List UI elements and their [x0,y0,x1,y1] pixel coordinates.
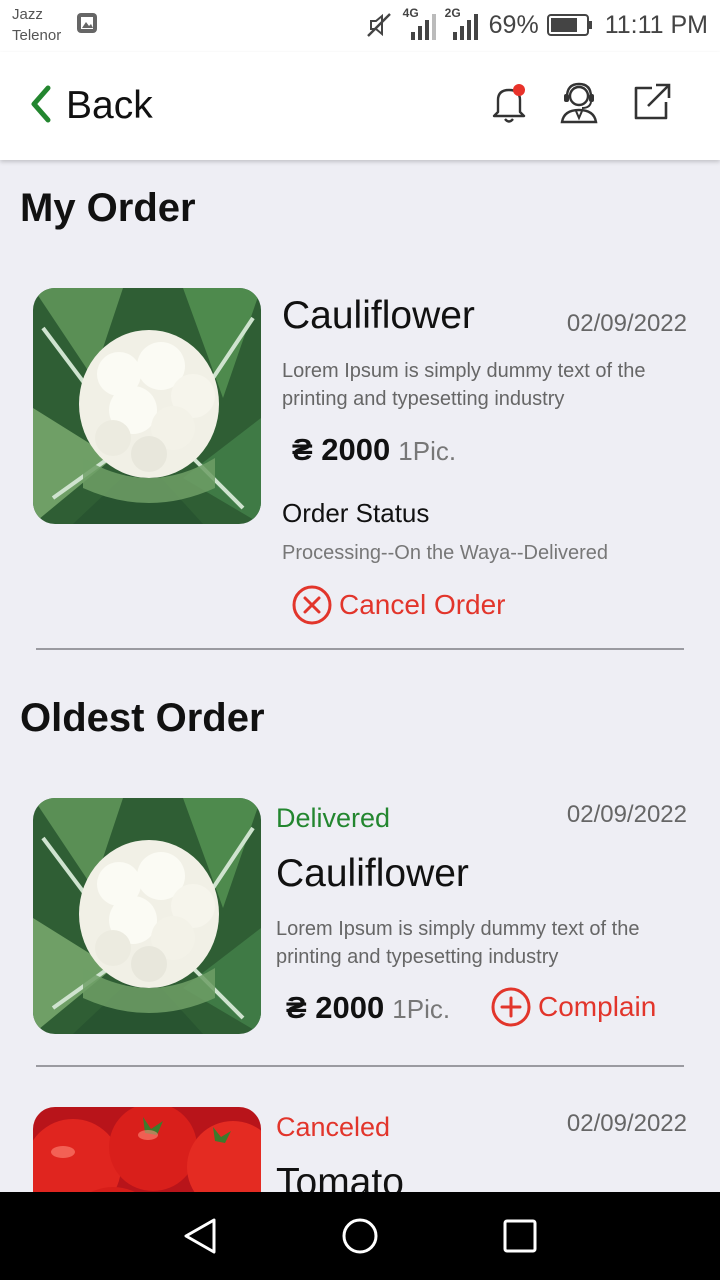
tomato-image [33,1107,261,1192]
order-status-label: Order Status [282,498,430,528]
signal-2g-icon: 2G [445,6,481,42]
carrier-names: Jazz Telenor [12,4,61,46]
external-link-icon[interactable] [626,78,676,128]
price-row: ₴ 2000 1Pic. [286,990,450,1026]
plus-circle-icon [490,986,532,1028]
price-row: ₴ 2000 1Pic. [292,432,456,468]
cancel-circle-icon [291,584,333,626]
unit: 1Pic. [392,994,451,1024]
order-date: 02/09/2022 [566,310,687,337]
mute-icon [365,11,393,39]
cancel-order-button[interactable]: Cancel Order [291,584,506,626]
signal-4g-icon: 4G [401,6,437,42]
orders-content[interactable]: My Order Cauliflower 02/09/2022 Lorem Ip… [0,160,720,1192]
status-icons: 4G 2G 69% 11:11 PM [365,6,708,44]
carrier-2: Telenor [12,27,62,44]
price: ₴ 2000 [286,990,385,1025]
product-description: Lorem Ipsum is simply dummy text of the … [282,360,646,410]
oldest-order-title: Oldest Order [20,696,265,740]
battery-percent: 69% [488,10,539,39]
product-name: Cauliflower [282,294,475,337]
product-name: Tomato [276,1161,404,1192]
product-description: Lorem Ipsum is simply dummy text of the … [276,918,640,968]
complain-label: Complain [538,991,657,1022]
home-circle-icon[interactable] [338,1214,382,1258]
app-bar: Back [0,52,720,160]
unit: 1Pic. [398,436,457,466]
carrier-1: Jazz [12,6,43,23]
status-bar: Jazz Telenor 4G 2G 69% 11:11 PM [0,0,720,52]
divider [36,648,684,650]
status-badge: Canceled [276,1112,391,1142]
back-label: Back [66,84,153,127]
status-badge: Delivered [276,803,391,833]
notification-bell-icon[interactable] [484,78,534,128]
complain-button[interactable]: Complain [490,986,656,1028]
chevron-left-icon [28,84,54,129]
clock: 11:11 PM [604,10,708,39]
order-date: 02/09/2022 [566,1110,687,1137]
order-date: 02/09/2022 [566,801,687,828]
recents-square-icon[interactable] [498,1214,542,1258]
back-button[interactable]: Back [28,80,153,132]
order-status-steps: Processing--On the Waya--Delivered [282,542,609,564]
price: ₴ 2000 [292,432,391,467]
cancel-order-label: Cancel Order [339,589,506,620]
back-triangle-icon[interactable] [178,1214,222,1258]
system-nav-bar [0,1192,720,1280]
my-order-title: My Order [20,186,196,230]
product-name: Cauliflower [276,852,469,895]
cauliflower-image [33,798,261,1034]
battery-icon [546,13,593,37]
customer-support-icon[interactable] [554,78,604,128]
cauliflower-image [33,288,261,524]
gallery-notification-icon [76,12,98,34]
divider [36,1065,684,1067]
